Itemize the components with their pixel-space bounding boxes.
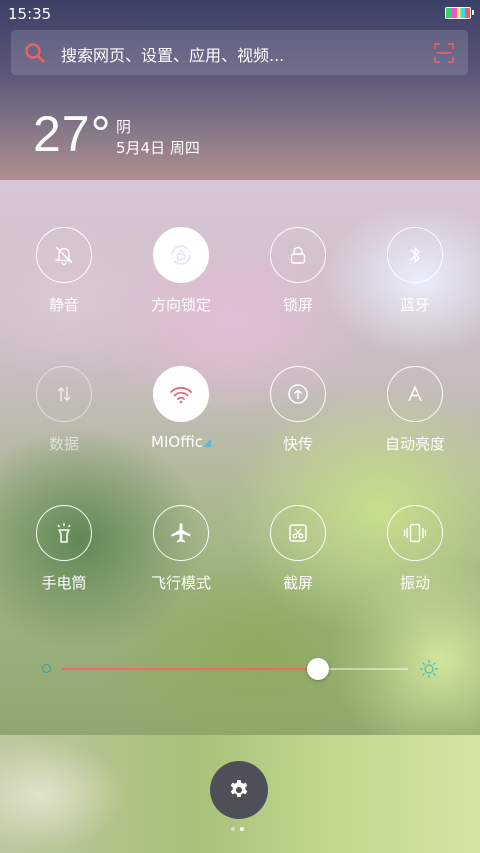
toggle-rotation-lock-button[interactable] [153,227,209,283]
search-icon [25,43,45,63]
lock-icon [290,246,306,264]
wifi-network-name: MIOffic [151,433,203,451]
toggle-label: 手电筒 [41,574,87,592]
toggle-label: 静音 [48,296,79,314]
toggle-screenshot[interactable]: 截屏 [248,505,348,593]
toggle-mobile-data-button[interactable] [36,366,92,422]
weather-temperature: 27° [33,106,112,162]
signal-corner-icon [202,439,211,447]
weather-condition: 阴 [116,118,132,136]
rotation-lock-icon [171,245,191,265]
toggle-label: 锁屏 [282,296,313,314]
weather-date: 5月4日 周四 [116,139,200,157]
page-indicator [231,827,249,833]
mobile-data-icon [57,386,71,402]
gear-icon [230,780,248,797]
battery-icon [445,7,474,19]
page-dot [231,827,235,831]
toggle-label: 快传 [282,435,313,453]
brightness-low-icon [42,664,51,673]
toggle-mute[interactable]: 静音 [14,227,114,315]
toggle-airplane-button[interactable] [153,505,209,561]
brightness-high-icon [420,660,438,678]
toggle-wifi-button[interactable] [153,366,209,422]
toggle-quick-transfer[interactable]: 快传 [248,366,348,454]
toggle-vibrate[interactable]: 振动 [365,505,465,593]
toggle-screenshot-button[interactable] [270,505,326,561]
brightness-slider-thumb[interactable] [307,658,329,680]
toggle-auto-brightness[interactable]: 自动亮度 [365,366,465,454]
page-dot [240,827,244,831]
toggle-label: 蓝牙 [399,296,430,314]
toggle-label: 截屏 [282,574,313,592]
toggle-quick-transfer-button[interactable] [270,366,326,422]
toggle-bluetooth-button[interactable] [387,227,443,283]
toggle-airplane[interactable]: 飞行模式 [131,505,231,593]
toggle-label: 振动 [399,574,430,592]
toggle-lock-screen-button[interactable] [270,227,326,283]
quick-transfer-icon [288,384,308,404]
toggle-flashlight-button[interactable] [36,505,92,561]
toggle-mobile-data[interactable]: 数据 [14,366,114,454]
search-placeholder: 搜索网页、设置、应用、视频... [61,46,285,65]
bell-slash-icon [55,246,73,266]
toggle-wifi[interactable]: MIOffic [131,366,231,451]
wifi-icon [170,386,192,404]
toggle-rotation-lock[interactable]: 方向锁定 [131,227,231,315]
brightness-fill [62,668,318,670]
toggle-mute-button[interactable] [36,227,92,283]
toggle-label: 数据 [48,435,79,453]
airplane-icon [171,523,191,543]
toggle-bluetooth[interactable]: 蓝牙 [365,227,465,315]
status-time: 15:35 [8,5,52,23]
flashlight-icon [57,523,71,543]
vibrate-icon [403,523,427,543]
toggle-auto-brightness-button[interactable] [387,366,443,422]
auto-brightness-icon [408,385,422,402]
scan-icon[interactable] [434,43,454,63]
toggle-label: 飞行模式 [150,574,211,592]
toggle-label: MIOffic [131,433,231,451]
toggle-lock-screen[interactable]: 锁屏 [248,227,348,315]
bluetooth-icon [410,247,420,263]
toggle-flashlight[interactable]: 手电筒 [14,505,114,593]
toggle-label: 自动亮度 [384,435,445,453]
search-bar[interactable]: 搜索网页、设置、应用、视频... [11,30,468,75]
toggle-label: 方向锁定 [150,296,211,314]
settings-button[interactable] [210,761,268,819]
toggle-vibrate-button[interactable] [387,505,443,561]
screenshot-icon [289,524,307,542]
